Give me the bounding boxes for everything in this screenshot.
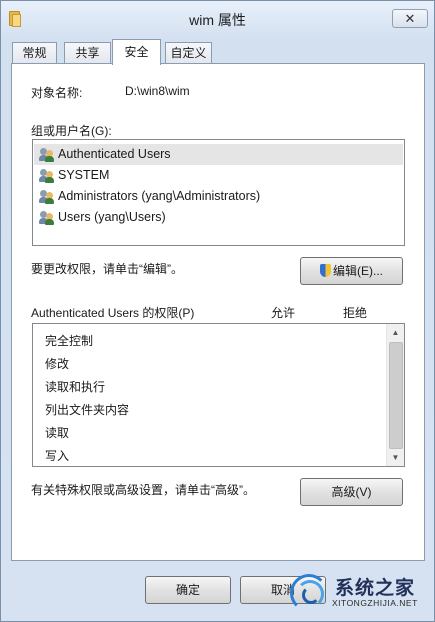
users-group-icon (39, 189, 55, 204)
site-logo-icon (290, 574, 330, 614)
list-item[interactable]: Authenticated Users (34, 144, 403, 165)
watermark-name: 系统之家 (335, 578, 416, 599)
scroll-down-icon[interactable]: ▼ (387, 449, 404, 466)
permission-full-control: 完全控制 (45, 334, 94, 348)
security-panel: 对象名称: D:\win8\wim 组或用户名(G): Authenticate… (11, 63, 425, 561)
permissions-listbox[interactable]: 完全控制 修改 读取和执行 列出文件夹内容 读取 写入 ▲ ▼ (32, 323, 405, 467)
edit-button[interactable]: 编辑(E)... (300, 257, 403, 285)
users-group-icon (39, 210, 55, 225)
user-name: Users (yang\Users) (58, 210, 166, 224)
watermark-logo: 系统之家 XITONGZHIJIA.NET (290, 566, 435, 622)
permission-modify: 修改 (45, 357, 70, 371)
users-listbox[interactable]: Authenticated Users SYSTEM Administrator… (32, 139, 405, 246)
scroll-thumb[interactable] (389, 342, 403, 449)
permission-read: 读取 (45, 426, 70, 440)
deny-column-header: 拒绝 (343, 306, 368, 320)
tab-security[interactable]: 安全 (112, 39, 161, 65)
edit-button-label: 编辑(E)... (333, 264, 383, 278)
permissions-scrollbar[interactable]: ▲ ▼ (386, 324, 404, 466)
object-name-value: D:\win8\wim (125, 84, 190, 98)
users-group-icon (39, 147, 55, 162)
advanced-button[interactable]: 高级(V) (300, 478, 403, 506)
list-item[interactable]: Administrators (yang\Administrators) (34, 186, 403, 207)
allow-column-header: 允许 (271, 306, 296, 320)
scroll-up-icon[interactable]: ▲ (387, 324, 404, 341)
user-name: SYSTEM (58, 168, 110, 182)
edit-hint: 要更改权限，请单击“编辑”。 (31, 262, 183, 276)
permissions-header: Authenticated Users 的权限(P) (31, 306, 195, 320)
watermark-url: XITONGZHIJIA.NET (332, 598, 418, 608)
object-name-label: 对象名称: (31, 86, 83, 100)
uac-shield-icon (320, 264, 331, 277)
groups-label: 组或用户名(G): (31, 124, 112, 138)
window-title: wim 属性 (189, 12, 246, 28)
list-item[interactable]: SYSTEM (34, 165, 403, 186)
tab-customize[interactable]: 自定义 (165, 42, 212, 63)
tab-sharing[interactable]: 共享 (64, 42, 111, 63)
permission-list-folder: 列出文件夹内容 (45, 403, 130, 417)
close-button[interactable]: ✕ (392, 9, 428, 28)
title-bar: wim 属性 ✕ (0, 0, 435, 36)
list-item[interactable]: Users (yang\Users) (34, 207, 403, 228)
advanced-hint: 有关特殊权限或高级设置，请单击“高级”。 (31, 483, 255, 497)
user-name: Authenticated Users (58, 147, 171, 161)
users-group-icon (39, 168, 55, 183)
ok-button[interactable]: 确定 (145, 576, 231, 604)
tab-general[interactable]: 常规 (12, 42, 57, 63)
user-name: Administrators (yang\Administrators) (58, 189, 261, 203)
permission-write: 写入 (45, 449, 70, 463)
permission-read-execute: 读取和执行 (45, 380, 106, 394)
